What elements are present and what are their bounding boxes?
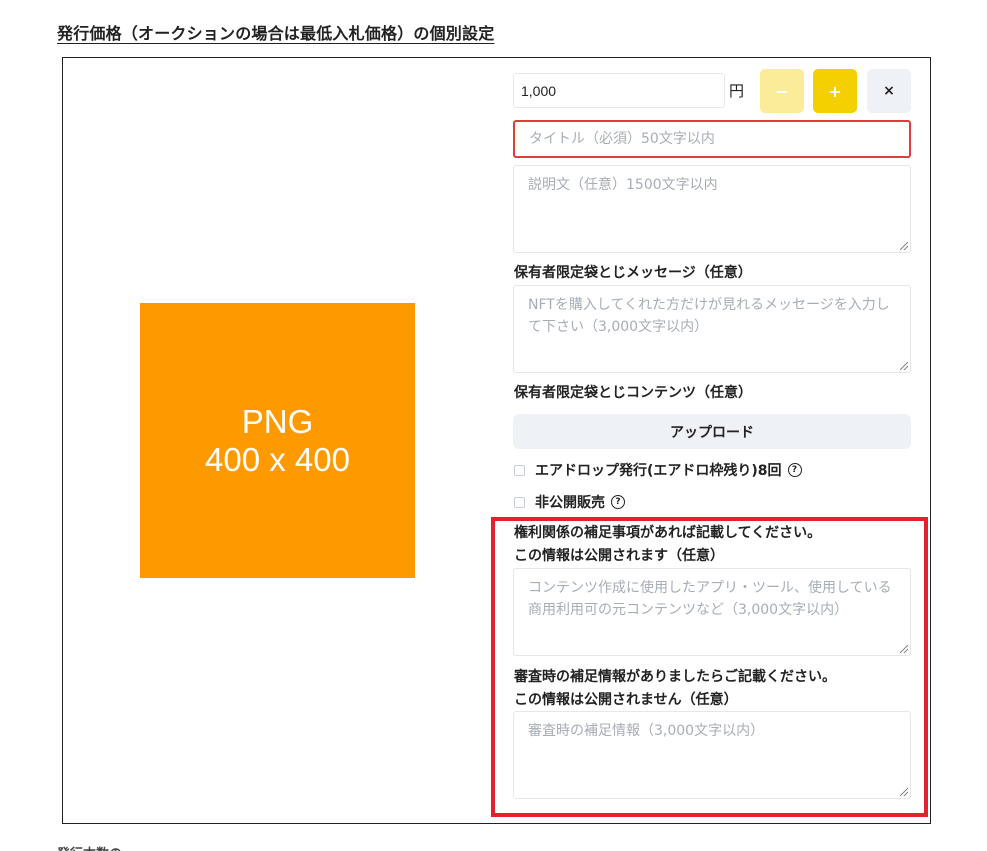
holder-content-label: 保有者限定袋とじコンテンツ（任意） (514, 385, 752, 401)
airdrop-option[interactable]: エアドロップ発行(エアドロ枠残り)8回 ? (514, 460, 802, 480)
price-unit: 円 (729, 82, 745, 100)
rights-info-label-line1: 権利関係の補足事項があれば記載してください。 (514, 525, 822, 541)
description-textarea[interactable]: 説明文（任意）1500文字以内 (513, 165, 911, 253)
rights-info-placeholder: コンテンツ作成に使用したアプリ・ツール、使用している商用利用可の元コンテンツなど… (528, 580, 892, 618)
title-input[interactable]: タイトル（必須）50文字以内 (513, 120, 911, 158)
increment-button[interactable]: + (813, 69, 857, 113)
remove-item-button[interactable]: × (867, 69, 911, 113)
help-icon[interactable]: ? (611, 495, 625, 509)
help-icon[interactable]: ? (787, 463, 802, 477)
resize-handle-icon[interactable] (900, 788, 908, 796)
airdrop-checkbox[interactable] (514, 464, 525, 476)
next-section-heading: 発行本数の (57, 843, 122, 851)
decrement-button[interactable]: − (760, 69, 804, 113)
private-sale-checkbox[interactable] (514, 496, 525, 508)
description-placeholder: 説明文（任意）1500文字以内 (528, 177, 718, 193)
upload-button[interactable]: アップロード (513, 414, 911, 449)
private-sale-label: 非公開販売 (535, 495, 605, 511)
private-sale-option[interactable]: 非公開販売 ? (514, 492, 625, 512)
review-info-placeholder: 審査時の補足情報（3,000文字以内） (528, 723, 765, 739)
preview-format: PNG (241, 402, 314, 440)
resize-handle-icon[interactable] (900, 645, 908, 653)
price-input[interactable]: 1,000 (513, 73, 725, 108)
resize-handle-icon[interactable] (900, 362, 908, 370)
preview-size: 400 x 400 (205, 440, 350, 478)
rights-info-textarea[interactable]: コンテンツ作成に使用したアプリ・ツール、使用している商用利用可の元コンテンツなど… (513, 568, 911, 656)
image-preview[interactable]: PNG 400 x 400 (140, 303, 415, 578)
rights-info-label-line2: この情報は公開されます（任意） (514, 548, 724, 564)
title-placeholder: タイトル（必須）50文字以内 (529, 131, 715, 147)
holder-message-label: 保有者限定袋とじメッセージ（任意） (514, 265, 752, 281)
section-heading: 発行価格（オークションの場合は最低入札価格）の個別設定 (57, 24, 495, 43)
resize-handle-icon[interactable] (900, 242, 908, 250)
review-info-textarea[interactable]: 審査時の補足情報（3,000文字以内） (513, 711, 911, 799)
holder-message-textarea[interactable]: NFTを購入してくれた方だけが見れるメッセージを入力して下さい（3,000文字以… (513, 285, 911, 373)
holder-message-placeholder: NFTを購入してくれた方だけが見れるメッセージを入力して下さい（3,000文字以… (528, 297, 890, 335)
airdrop-label: エアドロップ発行(エアドロ枠残り)8回 (535, 463, 782, 479)
review-info-label-line1: 審査時の補足情報がありましたらご記載ください。 (514, 669, 836, 685)
review-info-label-line2: この情報は公開されません（任意） (514, 692, 738, 708)
